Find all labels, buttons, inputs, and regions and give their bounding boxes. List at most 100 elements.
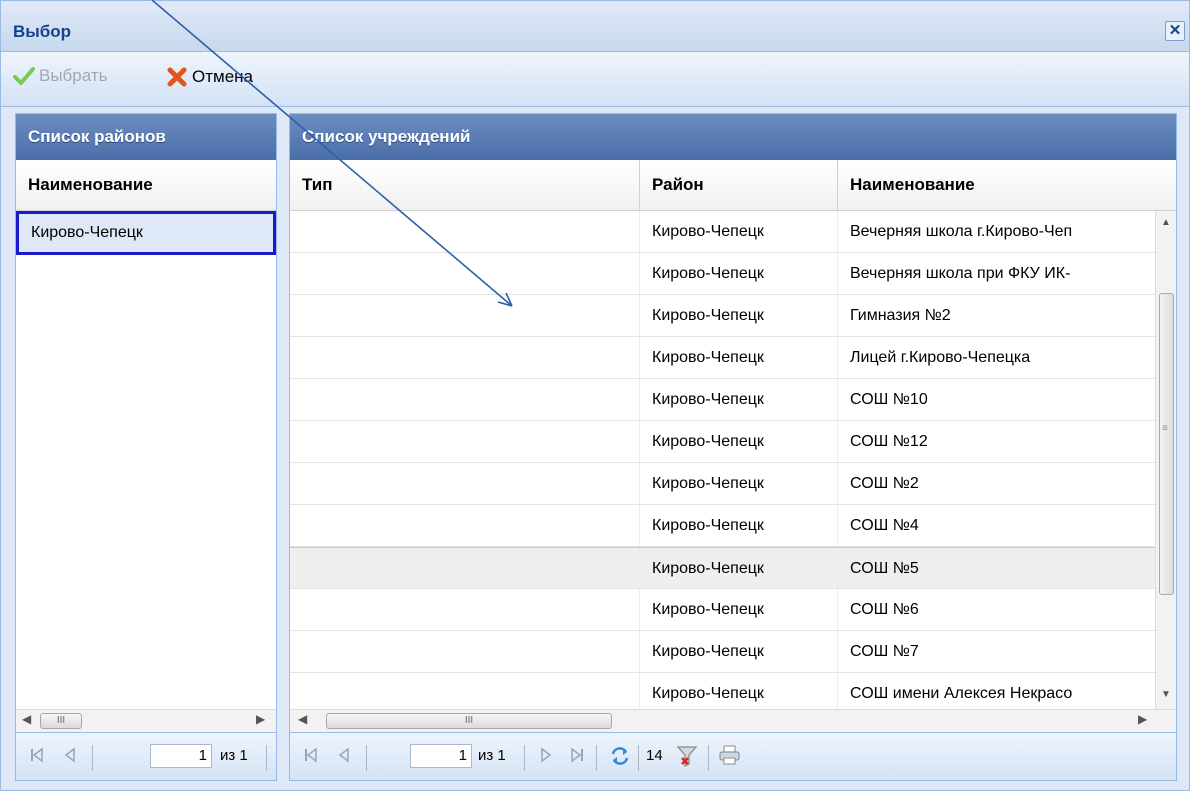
districts-horizontal-scrollbar[interactable]: ◀ III ▶: [16, 709, 276, 732]
cancel-button-label: Отмена: [192, 67, 253, 86]
cell-type: [290, 463, 640, 504]
pager-separator: [638, 745, 639, 771]
table-row[interactable]: Кирово-Чепецк СОШ №10: [290, 379, 1158, 421]
cell-district: Кирово-Чепецк: [640, 337, 838, 378]
district-row-selected[interactable]: Кирово-Чепецк: [16, 211, 276, 255]
cell-type: [290, 421, 640, 462]
clear-filter-icon[interactable]: [674, 743, 700, 769]
cell-district: Кирово-Чепецк: [640, 295, 838, 336]
scroll-right-icon[interactable]: ▶: [256, 712, 265, 726]
scroll-left-icon[interactable]: ◀: [298, 712, 307, 726]
scroll-thumb[interactable]: III: [326, 713, 612, 729]
cell-district: Кирово-Чепецк: [640, 211, 838, 252]
institutions-grid-body: Кирово-Чепецк Вечерняя школа г.Кирово-Че…: [290, 211, 1176, 709]
cell-district: Кирово-Чепецк: [640, 421, 838, 462]
dialog-title: Выбор: [13, 22, 72, 41]
column-header-name[interactable]: Наименование: [838, 160, 1176, 210]
cell-name: СОШ №2: [850, 475, 919, 492]
close-icon[interactable]: ✕: [1165, 21, 1185, 41]
cell-name: СОШ №6: [850, 601, 919, 618]
districts-pager: 1 из 1: [16, 732, 276, 780]
cell-name: СОШ имени Алексея Некрасо: [850, 685, 1073, 702]
prev-page-icon[interactable]: [338, 747, 350, 763]
last-page-icon[interactable]: [570, 747, 584, 763]
selection-dialog: Выбор ✕ Выбрать Отмена Список районов На…: [0, 0, 1190, 791]
first-page-icon[interactable]: [30, 747, 44, 763]
cell-name: СОШ №10: [850, 391, 928, 408]
table-row[interactable]: Кирово-Чепецк СОШ №2: [290, 463, 1158, 505]
cell-name: Вечерняя школа при ФКУ ИК-: [850, 265, 1071, 282]
cell-type: [290, 548, 640, 589]
cell-name: Вечерняя школа г.Кирово-Чеп: [850, 223, 1073, 240]
cross-icon: [167, 67, 187, 87]
page-count-label: из 1: [478, 747, 506, 764]
cell-district: Кирово-Чепецк: [640, 631, 838, 672]
column-header-name[interactable]: Наименование: [16, 160, 276, 210]
column-header-type[interactable]: Тип: [290, 160, 640, 210]
table-row[interactable]: Кирово-Чепецк СОШ имени Алексея Некрасо: [290, 673, 1158, 709]
table-row-hovered[interactable]: Кирово-Чепецк СОШ №5: [290, 547, 1158, 589]
pager-separator: [596, 745, 597, 771]
cell-type: [290, 211, 640, 252]
scroll-right-icon[interactable]: ▶: [1138, 712, 1147, 726]
page-count-label: из 1: [220, 747, 248, 764]
first-page-icon[interactable]: [304, 747, 318, 763]
cell-name: СОШ №12: [850, 433, 928, 450]
cell-district: Кирово-Чепецк: [640, 253, 838, 294]
cell-name: Лицей г.Кирово-Чепецка: [850, 349, 1031, 366]
table-row[interactable]: Кирово-Чепецк СОШ №4: [290, 505, 1158, 547]
select-button-label: Выбрать: [39, 66, 108, 85]
pager-separator: [92, 745, 93, 771]
table-row[interactable]: Кирово-Чепецк Лицей г.Кирово-Чепецка: [290, 337, 1158, 379]
institutions-column-headers: Тип Район Наименование: [290, 160, 1176, 211]
pager-separator: [524, 745, 525, 771]
cell-district: Кирово-Чепецк: [640, 463, 838, 504]
table-row[interactable]: Кирово-Чепецк Вечерняя школа г.Кирово-Че…: [290, 211, 1158, 253]
grip-icon: ≡: [1162, 423, 1168, 434]
cell-type: [290, 253, 640, 294]
record-count: 14: [646, 747, 663, 764]
cell-type: [290, 673, 640, 709]
cell-type: [290, 379, 640, 420]
scroll-left-icon[interactable]: ◀: [22, 712, 31, 726]
cell-district: Кирово-Чепецк: [640, 673, 838, 709]
page-number-input[interactable]: 1: [150, 744, 212, 768]
cell-type: [290, 295, 640, 336]
table-row[interactable]: Кирово-Чепецк СОШ №6: [290, 589, 1158, 631]
check-icon: [13, 67, 35, 85]
cell-name: Гимназия №2: [850, 307, 951, 324]
refresh-icon[interactable]: [608, 744, 632, 768]
dialog-titlebar[interactable]: Выбор ✕: [1, 11, 1189, 52]
table-row[interactable]: Кирово-Чепецк СОШ №12: [290, 421, 1158, 463]
scroll-thumb[interactable]: III: [40, 713, 82, 729]
cell-type: [290, 337, 640, 378]
prev-page-icon[interactable]: [64, 747, 76, 763]
scroll-up-icon[interactable]: ▲: [1161, 217, 1171, 228]
pager-separator: [266, 745, 267, 771]
toolbar: Выбрать Отмена: [1, 52, 1189, 107]
select-button[interactable]: Выбрать: [13, 66, 107, 86]
table-row[interactable]: Кирово-Чепецк Вечерняя школа при ФКУ ИК-: [290, 253, 1158, 295]
institutions-panel: Список учреждений Тип Район Наименование…: [289, 113, 1177, 781]
page-number-input[interactable]: 1: [410, 744, 472, 768]
cell-district: Кирово-Чепецк: [640, 548, 838, 589]
cell-type: [290, 631, 640, 672]
cell-name: СОШ №4: [850, 517, 919, 534]
pager-separator: [366, 745, 367, 771]
districts-column-headers: Наименование: [16, 160, 276, 211]
print-icon[interactable]: [718, 744, 742, 766]
cell-type: [290, 505, 640, 546]
cancel-button[interactable]: Отмена: [166, 66, 253, 88]
next-page-icon[interactable]: [540, 747, 552, 763]
institutions-horizontal-scrollbar[interactable]: ◀ III ▶: [290, 709, 1176, 732]
institutions-vertical-scrollbar[interactable]: ▲ ≡ ▼: [1155, 211, 1176, 709]
scroll-down-icon[interactable]: ▼: [1161, 689, 1171, 700]
cell-district: Кирово-Чепецк: [640, 589, 838, 630]
scroll-thumb[interactable]: [1159, 293, 1174, 595]
column-header-district[interactable]: Район: [640, 160, 838, 210]
institutions-panel-title: Список учреждений: [290, 114, 1176, 160]
table-row[interactable]: Кирово-Чепецк СОШ №7: [290, 631, 1158, 673]
table-row[interactable]: Кирово-Чепецк Гимназия №2: [290, 295, 1158, 337]
cell-name: СОШ №5: [850, 560, 919, 577]
cell-type: [290, 589, 640, 630]
